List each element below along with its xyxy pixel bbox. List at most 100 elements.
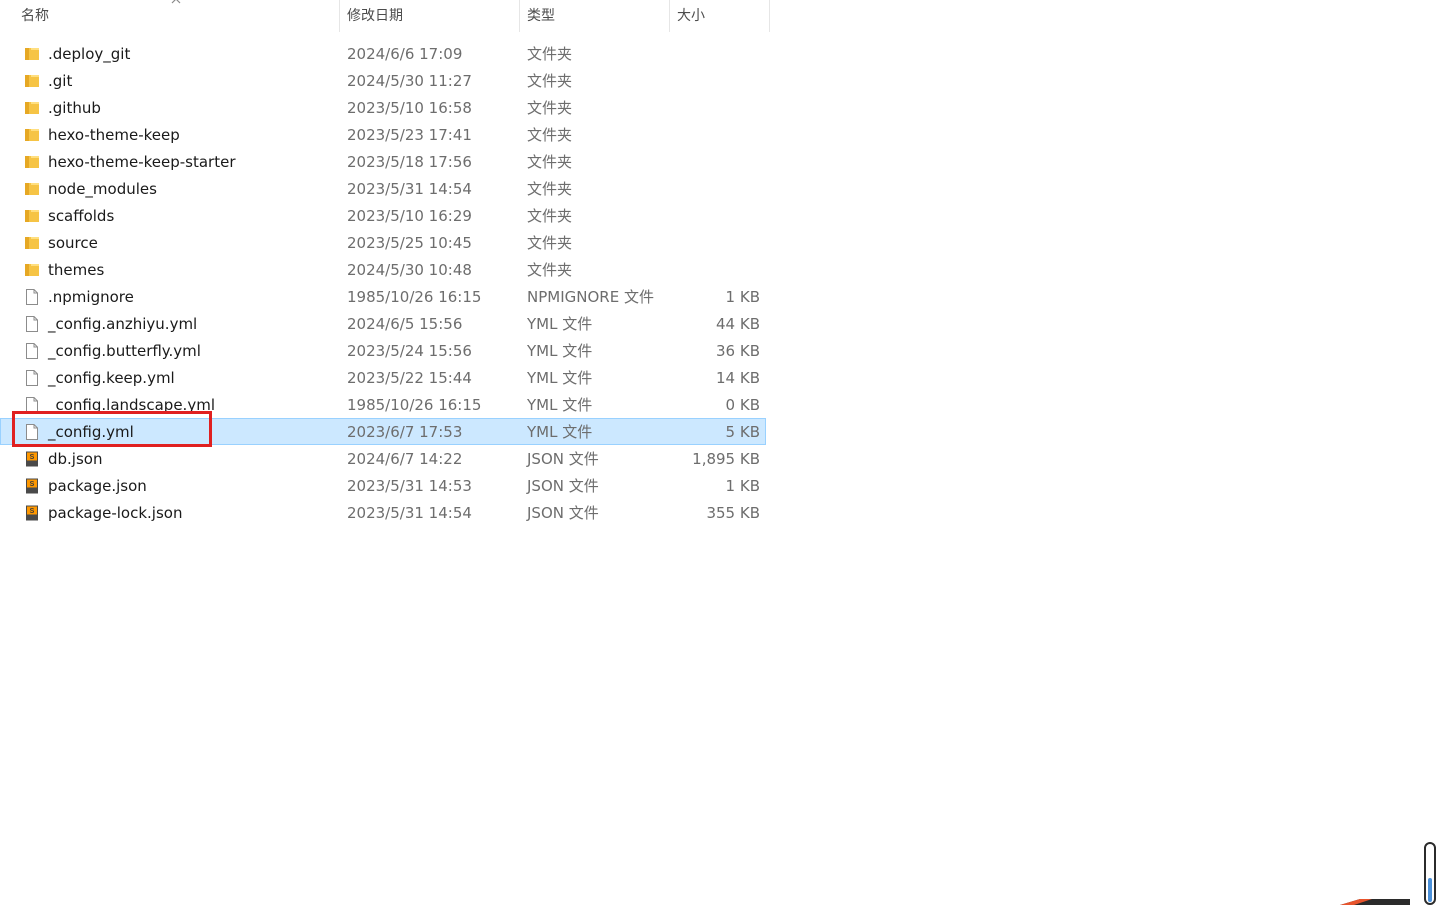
file-type: 文件夹: [527, 72, 573, 90]
folder-icon: [23, 45, 41, 63]
folder-icon: [23, 207, 41, 225]
file-icon: [23, 342, 41, 360]
file-type: YML 文件: [527, 315, 593, 333]
file-size: 36 KB: [716, 342, 760, 360]
file-type: JSON 文件: [527, 477, 599, 495]
svg-text:S: S: [30, 508, 35, 515]
file-name: .github: [48, 99, 101, 117]
sublime-file-icon: S: [23, 450, 41, 468]
file-row[interactable]: Spackage.json 2023/5/31 14:53 JSON 文件 1 KB: [0, 472, 766, 499]
sublime-file-icon: S: [23, 477, 41, 495]
chevron-up-icon: [171, 0, 181, 4]
file-row[interactable]: _config.landscape.yml 1985/10/26 16:15 YML…: [0, 391, 766, 418]
file-type: 文件夹: [527, 234, 573, 252]
file-name: _config.yml: [48, 423, 134, 441]
file-date-modified: 1985/10/26 16:15: [347, 288, 482, 306]
file-row[interactable]: themes 2024/5/30 10:48 文件夹: [0, 256, 766, 283]
file-date-modified: 2023/5/10 16:58: [347, 99, 472, 117]
file-date-modified: 2023/5/25 10:45: [347, 234, 472, 252]
file-row[interactable]: source 2023/5/25 10:45 文件夹: [0, 229, 766, 256]
file-date-modified: 2024/5/30 10:48: [347, 261, 472, 279]
file-row[interactable]: _config.keep.yml 2023/5/22 15:44 YML 文件 14 …: [0, 364, 766, 391]
file-type: JSON 文件: [527, 450, 599, 468]
column-header-size[interactable]: 大小: [669, 0, 770, 32]
file-name: .npmignore: [48, 288, 134, 306]
file-name: .deploy_git: [48, 45, 131, 63]
svg-text:S: S: [30, 454, 35, 461]
file-icon: [23, 396, 41, 414]
folder-icon: [23, 234, 41, 252]
file-type: 文件夹: [527, 99, 573, 117]
file-row[interactable]: .github 2023/5/10 16:58 文件夹: [0, 94, 766, 121]
folder-icon: [23, 180, 41, 198]
folder-icon: [23, 126, 41, 144]
file-name: scaffolds: [48, 207, 115, 225]
svg-text:S: S: [30, 481, 35, 488]
file-row[interactable]: .deploy_git 2024/6/6 17:09 文件夹: [0, 40, 766, 67]
taskbar-edge-decoration: [1340, 899, 1410, 905]
scrollbar-thumb[interactable]: [1428, 878, 1432, 902]
file-date-modified: 2023/5/31 14:53: [347, 477, 472, 495]
file-type: YML 文件: [527, 342, 593, 360]
folder-icon: [23, 72, 41, 90]
column-header-bar: 名称 修改日期 类型 大小: [0, 0, 770, 32]
file-size: 355 KB: [706, 504, 760, 522]
file-row[interactable]: hexo-theme-keep-starter 2023/5/18 17:56 文件…: [0, 148, 766, 175]
file-type: JSON 文件: [527, 504, 599, 522]
file-size: 1,895 KB: [692, 450, 760, 468]
file-type: 文件夹: [527, 180, 573, 198]
file-date-modified: 2024/6/7 14:22: [347, 450, 463, 468]
file-size: 1 KB: [725, 477, 760, 495]
file-type: 文件夹: [527, 261, 573, 279]
vertical-scrollbar[interactable]: [1424, 842, 1436, 905]
file-row[interactable]: node_modules 2023/5/31 14:54 文件夹: [0, 175, 766, 202]
file-icon: [23, 288, 41, 306]
column-header-type[interactable]: 类型: [519, 0, 670, 32]
file-date-modified: 2023/5/31 14:54: [347, 180, 472, 198]
column-header-date[interactable]: 修改日期: [339, 0, 520, 32]
file-date-modified: 2023/5/18 17:56: [347, 153, 472, 171]
file-name: db.json: [48, 450, 103, 468]
file-type: 文件夹: [527, 153, 573, 171]
file-size: 5 KB: [725, 423, 760, 441]
file-name: package-lock.json: [48, 504, 183, 522]
file-type: YML 文件: [527, 423, 593, 441]
file-type: 文件夹: [527, 126, 573, 144]
sublime-file-icon: S: [23, 504, 41, 522]
file-row[interactable]: hexo-theme-keep 2023/5/23 17:41 文件夹: [0, 121, 766, 148]
file-date-modified: 2023/5/23 17:41: [347, 126, 472, 144]
file-row[interactable]: _config.anzhiyu.yml 2024/6/5 15:56 YML 文件 4…: [0, 310, 766, 337]
file-row[interactable]: Spackage-lock.json 2023/5/31 14:54 JSON 文件…: [0, 499, 766, 526]
file-type: 文件夹: [527, 207, 573, 225]
file-name: _config.anzhiyu.yml: [48, 315, 198, 333]
folder-icon: [23, 261, 41, 279]
file-name: .git: [48, 72, 73, 90]
file-name: node_modules: [48, 180, 157, 198]
file-date-modified: 2024/6/6 17:09: [347, 45, 463, 63]
file-row[interactable]: Sdb.json 2024/6/7 14:22 JSON 文件 1,895 KB: [0, 445, 766, 472]
file-row[interactable]: _config.butterfly.yml 2023/5/24 15:56 YML …: [0, 337, 766, 364]
file-type: YML 文件: [527, 396, 593, 414]
file-row[interactable]: .npmignore 1985/10/26 16:15 NPMIGNORE 文件 1 …: [0, 283, 766, 310]
file-name: _config.keep.yml: [48, 369, 175, 387]
file-row[interactable]: scaffolds 2023/5/10 16:29 文件夹: [0, 202, 766, 229]
file-row[interactable]: _config.yml 2023/6/7 17:53 YML 文件 5 KB: [0, 418, 766, 445]
folder-icon: [23, 99, 41, 117]
file-name: hexo-theme-keep: [48, 126, 180, 144]
file-row[interactable]: .git 2024/5/30 11:27 文件夹: [0, 67, 766, 94]
file-date-modified: 2023/5/31 14:54: [347, 504, 472, 522]
file-type: 文件夹: [527, 45, 573, 63]
file-size: 1 KB: [725, 288, 760, 306]
file-size: 14 KB: [716, 369, 760, 387]
file-date-modified: 1985/10/26 16:15: [347, 396, 482, 414]
file-size: 0 KB: [725, 396, 760, 414]
file-icon: [23, 423, 41, 441]
file-name: hexo-theme-keep-starter: [48, 153, 236, 171]
file-type: NPMIGNORE 文件: [527, 288, 654, 306]
file-date-modified: 2023/6/7 17:53: [347, 423, 463, 441]
file-type: YML 文件: [527, 369, 593, 387]
file-date-modified: 2023/5/10 16:29: [347, 207, 472, 225]
file-name: source: [48, 234, 98, 252]
file-name: themes: [48, 261, 105, 279]
file-icon: [23, 315, 41, 333]
